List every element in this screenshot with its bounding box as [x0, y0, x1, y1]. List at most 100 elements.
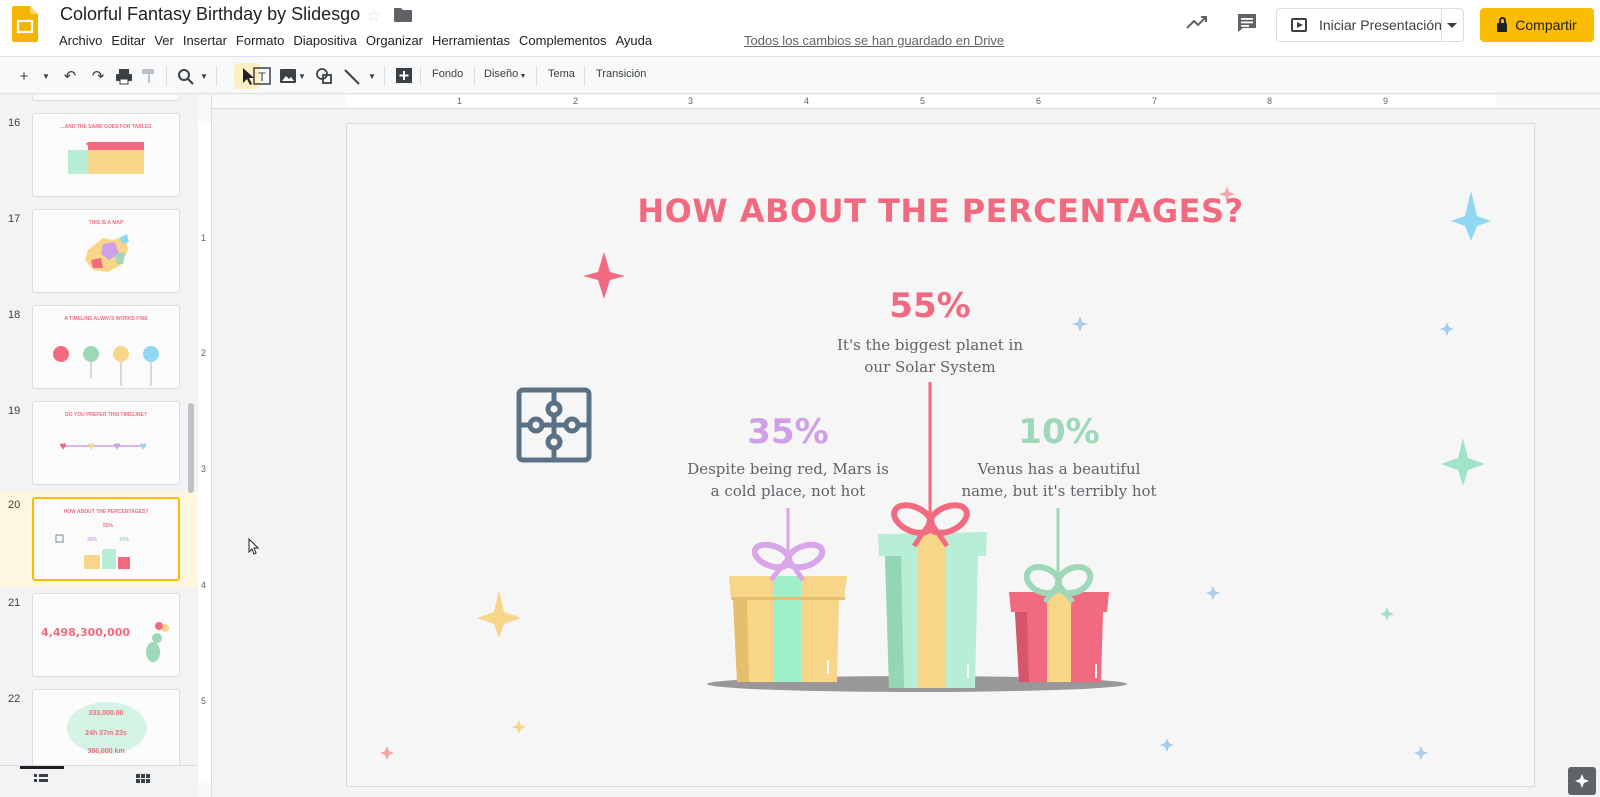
- share-label: Compartir: [1515, 17, 1577, 33]
- slide-thumb-18[interactable]: 18 A TIMELINE ALWAYS WORKS FINE: [0, 305, 198, 401]
- present-dropdown-chevron-icon[interactable]: [1447, 23, 1457, 28]
- add-comment-icon[interactable]: [394, 65, 414, 87]
- explore-icon: [1575, 774, 1589, 788]
- menu-ver[interactable]: Ver: [154, 33, 174, 48]
- filmstrip-view-icon[interactable]: [34, 774, 48, 786]
- percent-35-description[interactable]: Despite being red, Mars is a cold place,…: [668, 458, 908, 502]
- lock-icon: [1497, 16, 1508, 32]
- menu-formato[interactable]: Formato: [236, 33, 284, 48]
- menu-bar: Archivo Editar Ver Insertar Formato Diap…: [59, 33, 661, 48]
- slide-number: 19: [8, 405, 21, 417]
- zoom-chevron-icon[interactable]: ▼: [198, 65, 210, 87]
- grid-view-icon[interactable]: [136, 774, 150, 786]
- timeline-balloons-thumbnail: [53, 346, 159, 386]
- gift-right-icon: [1009, 563, 1109, 682]
- percent-55-description[interactable]: It's the biggest planet in our Solar Sys…: [810, 334, 1050, 378]
- menu-ayuda[interactable]: Ayuda: [615, 33, 652, 48]
- filmstrip-view-bar: [0, 765, 198, 797]
- layout-button[interactable]: Diseño: [484, 68, 518, 80]
- present-icon: [1291, 18, 1307, 32]
- percent-10[interactable]: 10%: [979, 412, 1139, 452]
- menu-complementos[interactable]: Complementos: [519, 33, 606, 48]
- new-slide-chevron-icon[interactable]: ▼: [40, 65, 52, 87]
- percentages-thumbnail: 55% 35% 10%: [55, 523, 130, 569]
- line-icon[interactable]: [342, 65, 362, 87]
- transition-button[interactable]: Transición: [596, 68, 646, 80]
- slide-number: 18: [8, 309, 21, 321]
- percent-35[interactable]: 35%: [708, 412, 868, 452]
- slide-thumb-20[interactable]: 20 HOW ABOUT THE PERCENTAGES? 55% 35% 10…: [0, 491, 198, 587]
- map-thumbnail: [85, 234, 129, 272]
- explore-button[interactable]: [1568, 767, 1596, 795]
- undo-icon[interactable]: ↶: [60, 65, 80, 87]
- slide-thumb-value: 333,000.00: [88, 710, 124, 717]
- menu-editar[interactable]: Editar: [111, 33, 145, 48]
- percent-10-description[interactable]: Venus has a beautiful name, but it's ter…: [939, 458, 1179, 502]
- slide-filmstrip: 16 ...AND THE SAME GOES FOR TABLES ★ 17 …: [0, 95, 198, 797]
- decor-star-mint-icon: [1441, 438, 1485, 486]
- decor-star-pink-icon: [583, 252, 625, 299]
- layout-chevron-icon[interactable]: ▼: [518, 65, 528, 87]
- slide-thumb-19[interactable]: 19 DO YOU PREFER THIS TIMELINE? ♥ ♥ ♥ ♥: [0, 401, 198, 497]
- zoom-icon[interactable]: [176, 65, 196, 87]
- slide-number: 17: [8, 213, 21, 225]
- slide-thumb-value: 24h 37m 23s: [85, 730, 127, 737]
- menu-diapositiva[interactable]: Diapositiva: [293, 33, 357, 48]
- folder-icon[interactable]: [394, 8, 412, 22]
- slide-thumb-value: 386,000 km: [87, 748, 125, 755]
- text-box-icon[interactable]: T: [252, 65, 272, 87]
- image-icon[interactable]: [278, 65, 298, 87]
- previous-slide-thumb[interactable]: [32, 95, 180, 101]
- slide-number: 22: [8, 693, 21, 705]
- menu-archivo[interactable]: Archivo: [59, 33, 102, 48]
- comment-icon[interactable]: [1236, 13, 1258, 33]
- shape-icon[interactable]: [314, 65, 334, 87]
- puzzle-icon: [516, 387, 592, 463]
- activity-trend-icon[interactable]: [1186, 14, 1208, 30]
- document-title[interactable]: Colorful Fantasy Birthday by Slidesgo: [60, 4, 360, 25]
- svg-text:♥: ♥: [87, 439, 94, 453]
- slide-number: 16: [8, 117, 21, 129]
- percent-55[interactable]: 55%: [850, 286, 1010, 326]
- svg-text:35%: 35%: [87, 537, 98, 543]
- menu-organizar[interactable]: Organizar: [366, 33, 423, 48]
- background-button[interactable]: Fondo: [432, 68, 463, 80]
- slides-logo-icon[interactable]: [12, 6, 38, 42]
- paint-format-icon[interactable]: [140, 65, 158, 87]
- slide-thumb-16[interactable]: 16 ...AND THE SAME GOES FOR TABLES ★: [0, 113, 198, 209]
- app-header: Colorful Fantasy Birthday by Slidesgo ☆ …: [0, 0, 1600, 56]
- image-chevron-icon[interactable]: ▼: [296, 65, 308, 87]
- slide-number: 20: [8, 499, 21, 511]
- line-chevron-icon[interactable]: ▼: [366, 65, 378, 87]
- toolbar: + ▼ ↶ ↷ ▼ T ▼ ▼ Fondo Diseño ▼ Tema Tran…: [0, 56, 1600, 94]
- present-button[interactable]: Iniciar Presentación: [1276, 8, 1464, 42]
- filmstrip-scrollbar[interactable]: [188, 403, 194, 493]
- svg-text:T: T: [258, 70, 266, 84]
- vertical-ruler[interactable]: 1 2 3 4 5: [198, 95, 212, 797]
- share-button[interactable]: Compartir: [1480, 8, 1594, 42]
- theme-button[interactable]: Tema: [548, 68, 575, 80]
- dinosaur-thumbnail: [146, 622, 169, 662]
- slide-thumb-21[interactable]: 21 4,498,300,000: [0, 593, 198, 689]
- slide-title[interactable]: HOW ABOUT THE PERCENTAGES?: [347, 192, 1534, 230]
- slide-number: 21: [8, 597, 21, 609]
- svg-text:♥: ♥: [113, 439, 120, 453]
- decor-star-yellow-icon: [477, 590, 521, 638]
- saved-status-link[interactable]: Todos los cambios se han guardado en Dri…: [744, 33, 1004, 48]
- table-thumbnail: ★: [68, 141, 144, 174]
- horizontal-ruler[interactable]: 1 2 3 4 5 6 7 8 9: [212, 95, 1600, 109]
- new-slide-plus-icon[interactable]: +: [16, 65, 32, 87]
- svg-text:♥: ♥: [59, 439, 66, 453]
- gift-left-icon: [729, 541, 847, 682]
- slide-thumb-17[interactable]: 17 THIS IS A MAP: [0, 209, 198, 305]
- svg-text:10%: 10%: [119, 537, 130, 543]
- star-icon[interactable]: ☆: [366, 6, 381, 26]
- slide-canvas[interactable]: HOW ABOUT THE PERCENTAGES? 55% It's the …: [346, 123, 1535, 787]
- menu-herramientas[interactable]: Herramientas: [432, 33, 510, 48]
- print-icon[interactable]: [114, 65, 134, 87]
- redo-icon[interactable]: ↷: [88, 65, 108, 87]
- menu-insertar[interactable]: Insertar: [183, 33, 227, 48]
- svg-text:★: ★: [85, 141, 90, 148]
- svg-text:55%: 55%: [103, 523, 114, 529]
- present-label: Iniciar Presentación: [1319, 17, 1442, 33]
